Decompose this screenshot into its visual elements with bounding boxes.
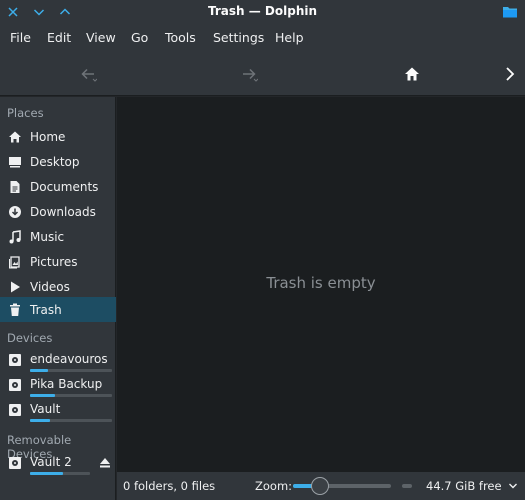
menu-edit[interactable]: Edit (47, 30, 71, 45)
file-view[interactable]: Trash is empty (117, 97, 525, 471)
pictures-icon (8, 255, 22, 269)
capacity-fill (30, 472, 63, 475)
sidebar-item-label: Pika Backup (30, 377, 103, 391)
sidebar-item-label: Music (30, 230, 65, 244)
chevron-down-icon[interactable] (508, 481, 518, 491)
capacity-fill (30, 419, 50, 422)
desktop-icon (8, 155, 22, 169)
sidebar-item-label: Home (30, 130, 66, 144)
zoom-slider[interactable] (293, 484, 391, 488)
trash-icon (8, 303, 22, 317)
drive-icon (8, 378, 22, 392)
places-header: Places (7, 106, 44, 120)
menu-tools[interactable]: Tools (165, 30, 196, 45)
drive-icon (8, 456, 22, 470)
sidebar-item-vault-2[interactable]: Vault 2 (0, 452, 116, 477)
status-summary: 0 folders, 0 files (123, 479, 216, 493)
folder-app-icon (502, 4, 518, 20)
status-bar: 0 folders, 0 files Zoom: 44.7 GiB free (117, 471, 525, 500)
zoom-label: Zoom: (255, 479, 293, 493)
sidebar-item-desktop[interactable]: Desktop (0, 150, 116, 175)
home-icon (8, 130, 22, 144)
sidebar-item-trash[interactable]: Trash (0, 297, 116, 322)
capacity-bar (30, 472, 90, 475)
music-icon (8, 230, 22, 244)
menu-settings[interactable]: Settings (213, 30, 264, 45)
capacity-bar (30, 419, 112, 422)
documents-icon (8, 180, 22, 194)
sidebar-item-label: Documents (30, 180, 99, 194)
menu-view[interactable]: View (86, 30, 116, 45)
chevron-right-icon[interactable] (501, 65, 519, 83)
capacity-bar (30, 369, 112, 372)
sidebar-item-documents[interactable]: Documents (0, 175, 116, 200)
places-panel: Places Home Desktop Documents Downloads … (0, 97, 116, 500)
eject-icon[interactable] (99, 457, 111, 469)
zoom-slider-handle[interactable] (311, 477, 329, 495)
downloads-icon (8, 205, 22, 219)
capacity-bar (30, 394, 112, 397)
menu-bar: File Edit View Go Tools Settings Help (0, 24, 525, 52)
home-icon[interactable] (403, 65, 421, 83)
menu-go[interactable]: Go (131, 30, 148, 45)
free-space-bar (402, 484, 412, 488)
toolbar (0, 52, 525, 96)
sidebar-item-pika-backup[interactable]: Pika Backup (0, 374, 116, 399)
menu-file[interactable]: File (10, 30, 31, 45)
videos-icon (8, 280, 22, 294)
drive-icon (8, 353, 22, 367)
sidebar-item-label: Videos (30, 280, 70, 294)
free-space-label[interactable]: 44.7 GiB free (426, 479, 502, 493)
sidebar-item-home[interactable]: Home (0, 125, 116, 150)
sidebar-item-endeavouros[interactable]: endeavouros (0, 349, 116, 374)
title-bar: Trash — Dolphin (0, 0, 525, 24)
sidebar-item-label: endeavouros (30, 352, 108, 366)
window-title: Trash — Dolphin (207, 4, 318, 18)
sidebar-item-vault[interactable]: Vault (0, 399, 116, 424)
sidebar-item-label: Downloads (30, 205, 96, 219)
sidebar-item-pictures[interactable]: Pictures (0, 250, 116, 275)
sidebar-item-music[interactable]: Music (0, 225, 116, 250)
sidebar-item-label: Vault (30, 402, 61, 416)
capacity-fill (30, 394, 55, 397)
empty-message: Trash is empty (266, 274, 376, 292)
sidebar-item-label: Desktop (30, 155, 80, 169)
capacity-fill (30, 369, 49, 372)
back-icon[interactable] (79, 65, 97, 83)
sidebar-item-label: Pictures (30, 255, 78, 269)
menu-help[interactable]: Help (275, 30, 304, 45)
sidebar-item-label: Vault 2 (30, 455, 72, 469)
sidebar-item-label: Trash (30, 303, 62, 317)
sidebar-item-downloads[interactable]: Downloads (0, 200, 116, 225)
drive-icon (8, 403, 22, 417)
forward-icon[interactable] (240, 65, 258, 83)
devices-header: Devices (7, 331, 53, 345)
